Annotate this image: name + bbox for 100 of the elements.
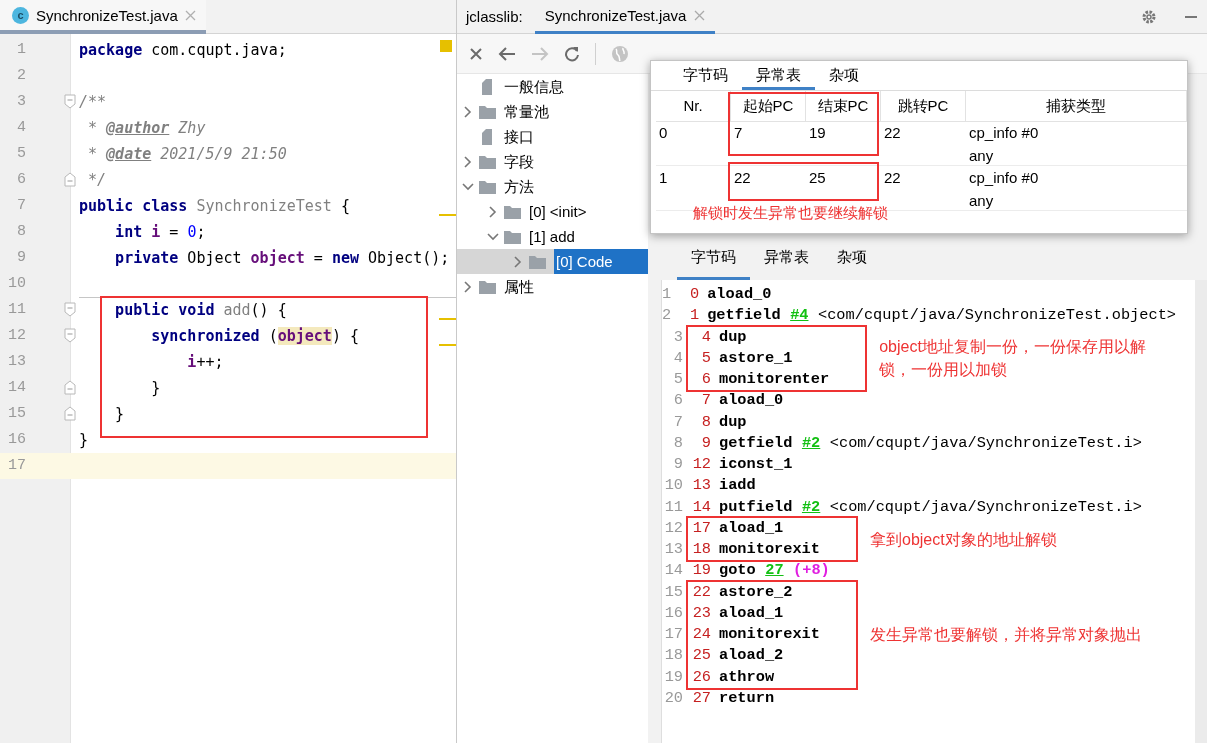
- line-number: 11: [8, 300, 26, 320]
- tab[interactable]: 杂项: [815, 61, 873, 90]
- line-number: 2: [662, 305, 672, 327]
- instruction: goto: [719, 560, 756, 582]
- line-number: 1: [17, 40, 26, 60]
- instruction: dup: [719, 326, 747, 348]
- bytecode-offset: 5: [700, 347, 711, 369]
- bytecode-offset: 14: [691, 496, 711, 518]
- code-line: private Object object = new Object();: [114, 249, 450, 267]
- instruction: aload_0: [719, 390, 784, 412]
- table-cell-text: any: [969, 146, 995, 166]
- table-cell: 22: [884, 169, 901, 186]
- bytecode-offset: 26: [691, 666, 711, 688]
- tree-item[interactable]: 方法: [504, 174, 534, 199]
- file-tab[interactable]: c SynchronizeTest.java: [0, 0, 206, 34]
- instruction: getfield: [719, 432, 793, 454]
- code-line: * @author Zhy: [87, 119, 206, 137]
- instruction: getfield: [707, 305, 781, 327]
- code-line: i++;: [186, 353, 224, 371]
- line-number: 13: [663, 539, 683, 560]
- tab[interactable]: 杂项: [823, 248, 881, 280]
- line-number: 16: [8, 430, 26, 450]
- line-number: 14: [8, 378, 26, 398]
- line-number: 9: [672, 454, 683, 475]
- line-number: 8: [672, 432, 683, 454]
- instruction: putfield: [719, 496, 793, 518]
- line-number: 3: [672, 326, 683, 348]
- annotation-note: 解锁时发生异常也要继续解锁: [692, 205, 889, 223]
- bytecode-offset: 13: [691, 475, 711, 497]
- code-line: /**: [79, 93, 107, 111]
- code-line: public class SynchronizeTest {: [79, 197, 350, 215]
- tree-item[interactable]: 字段: [504, 149, 534, 174]
- table-cell: 1: [659, 169, 668, 186]
- line-number: 3: [17, 92, 26, 112]
- table-cell: 25: [809, 169, 826, 186]
- line-number: 9: [17, 248, 26, 268]
- line-number: 2: [17, 66, 26, 86]
- panel-label: jclasslib:: [464, 7, 523, 27]
- code-line: }: [79, 431, 89, 449]
- tab[interactable]: 异常表: [750, 248, 823, 280]
- tree-item[interactable]: 常量池: [504, 99, 549, 124]
- tab-label: SynchronizeTest.java: [544, 7, 687, 24]
- tab[interactable]: 异常表: [742, 61, 815, 90]
- line-number: 17: [663, 624, 683, 645]
- instruction: aload_2: [719, 645, 784, 667]
- bytecode-offset: 0: [689, 284, 700, 305]
- line-number: 18: [663, 645, 683, 667]
- bytecode-offset: 22: [691, 581, 711, 603]
- table-cell: 0: [659, 124, 668, 141]
- table-cell: 19: [809, 124, 826, 141]
- code-line: */: [87, 171, 107, 189]
- line-number: 11: [663, 496, 683, 518]
- column-header[interactable]: Nr.: [656, 91, 731, 122]
- tree-item[interactable]: 属性: [504, 274, 534, 299]
- table-cell: 7: [734, 124, 743, 141]
- line-number: 17: [8, 456, 26, 476]
- code-line: }: [114, 405, 125, 423]
- code-line: int i = 0;: [114, 223, 206, 241]
- code-line: public void add() {: [114, 301, 287, 319]
- tab[interactable]: 字节码: [669, 61, 742, 90]
- code-line: }: [150, 379, 161, 397]
- tree-item[interactable]: [0] <init>: [529, 199, 587, 224]
- column-header[interactable]: 捕获类型: [966, 91, 1187, 122]
- operand-text: <com/cqupt/java/SynchronizeTest.i>: [829, 432, 1142, 454]
- tree-item[interactable]: [1] add: [529, 224, 575, 249]
- bytecode-offset: 12: [691, 454, 711, 475]
- bytecode-offset: 8: [700, 411, 711, 433]
- annotation-note: object地址复制一份，一份保存用以解锁，一份用以加锁: [879, 337, 1147, 381]
- tree-item[interactable]: [0] Code: [554, 249, 648, 274]
- line-number: 6: [17, 170, 26, 190]
- instruction: athrow: [719, 666, 775, 688]
- line-number: 6: [672, 390, 683, 412]
- instruction: aload_1: [719, 602, 784, 624]
- line-number: 7: [672, 411, 683, 433]
- tab-label: SynchronizeTest.java: [36, 6, 178, 24]
- annotation-note: 发生异常也要解锁，并将异常对象抛出: [870, 625, 1143, 646]
- bytecode-offset: 18: [691, 539, 711, 560]
- code-line: * @date 2021/5/9 21:50: [87, 145, 287, 163]
- instruction: aload_1: [719, 517, 784, 539]
- line-number: 12: [8, 326, 26, 346]
- instruction: astore_2: [719, 581, 793, 603]
- line-number: 7: [17, 196, 26, 216]
- line-number: 20: [663, 687, 683, 709]
- table-cell: 22: [884, 124, 901, 141]
- line-number: 16: [663, 602, 683, 624]
- table-cell: 22: [734, 169, 751, 186]
- line-number: 1: [662, 284, 672, 305]
- bytecode-offset: 25: [691, 645, 711, 667]
- instruction: return: [719, 687, 775, 709]
- bytecode-offset: 1: [689, 305, 700, 327]
- tree-item[interactable]: 接口: [504, 124, 534, 149]
- column-header[interactable]: 结束PC: [806, 91, 881, 122]
- line-number: 4: [17, 118, 26, 138]
- column-header[interactable]: 跳转PC: [881, 91, 966, 122]
- tree-item[interactable]: 一般信息: [504, 74, 564, 99]
- instruction: monitorenter: [719, 369, 830, 390]
- line-number: 19: [663, 666, 683, 688]
- bytecode-offset: 17: [691, 517, 711, 539]
- column-header[interactable]: 起始PC: [731, 91, 806, 122]
- bytecode-offset: 7: [700, 390, 711, 412]
